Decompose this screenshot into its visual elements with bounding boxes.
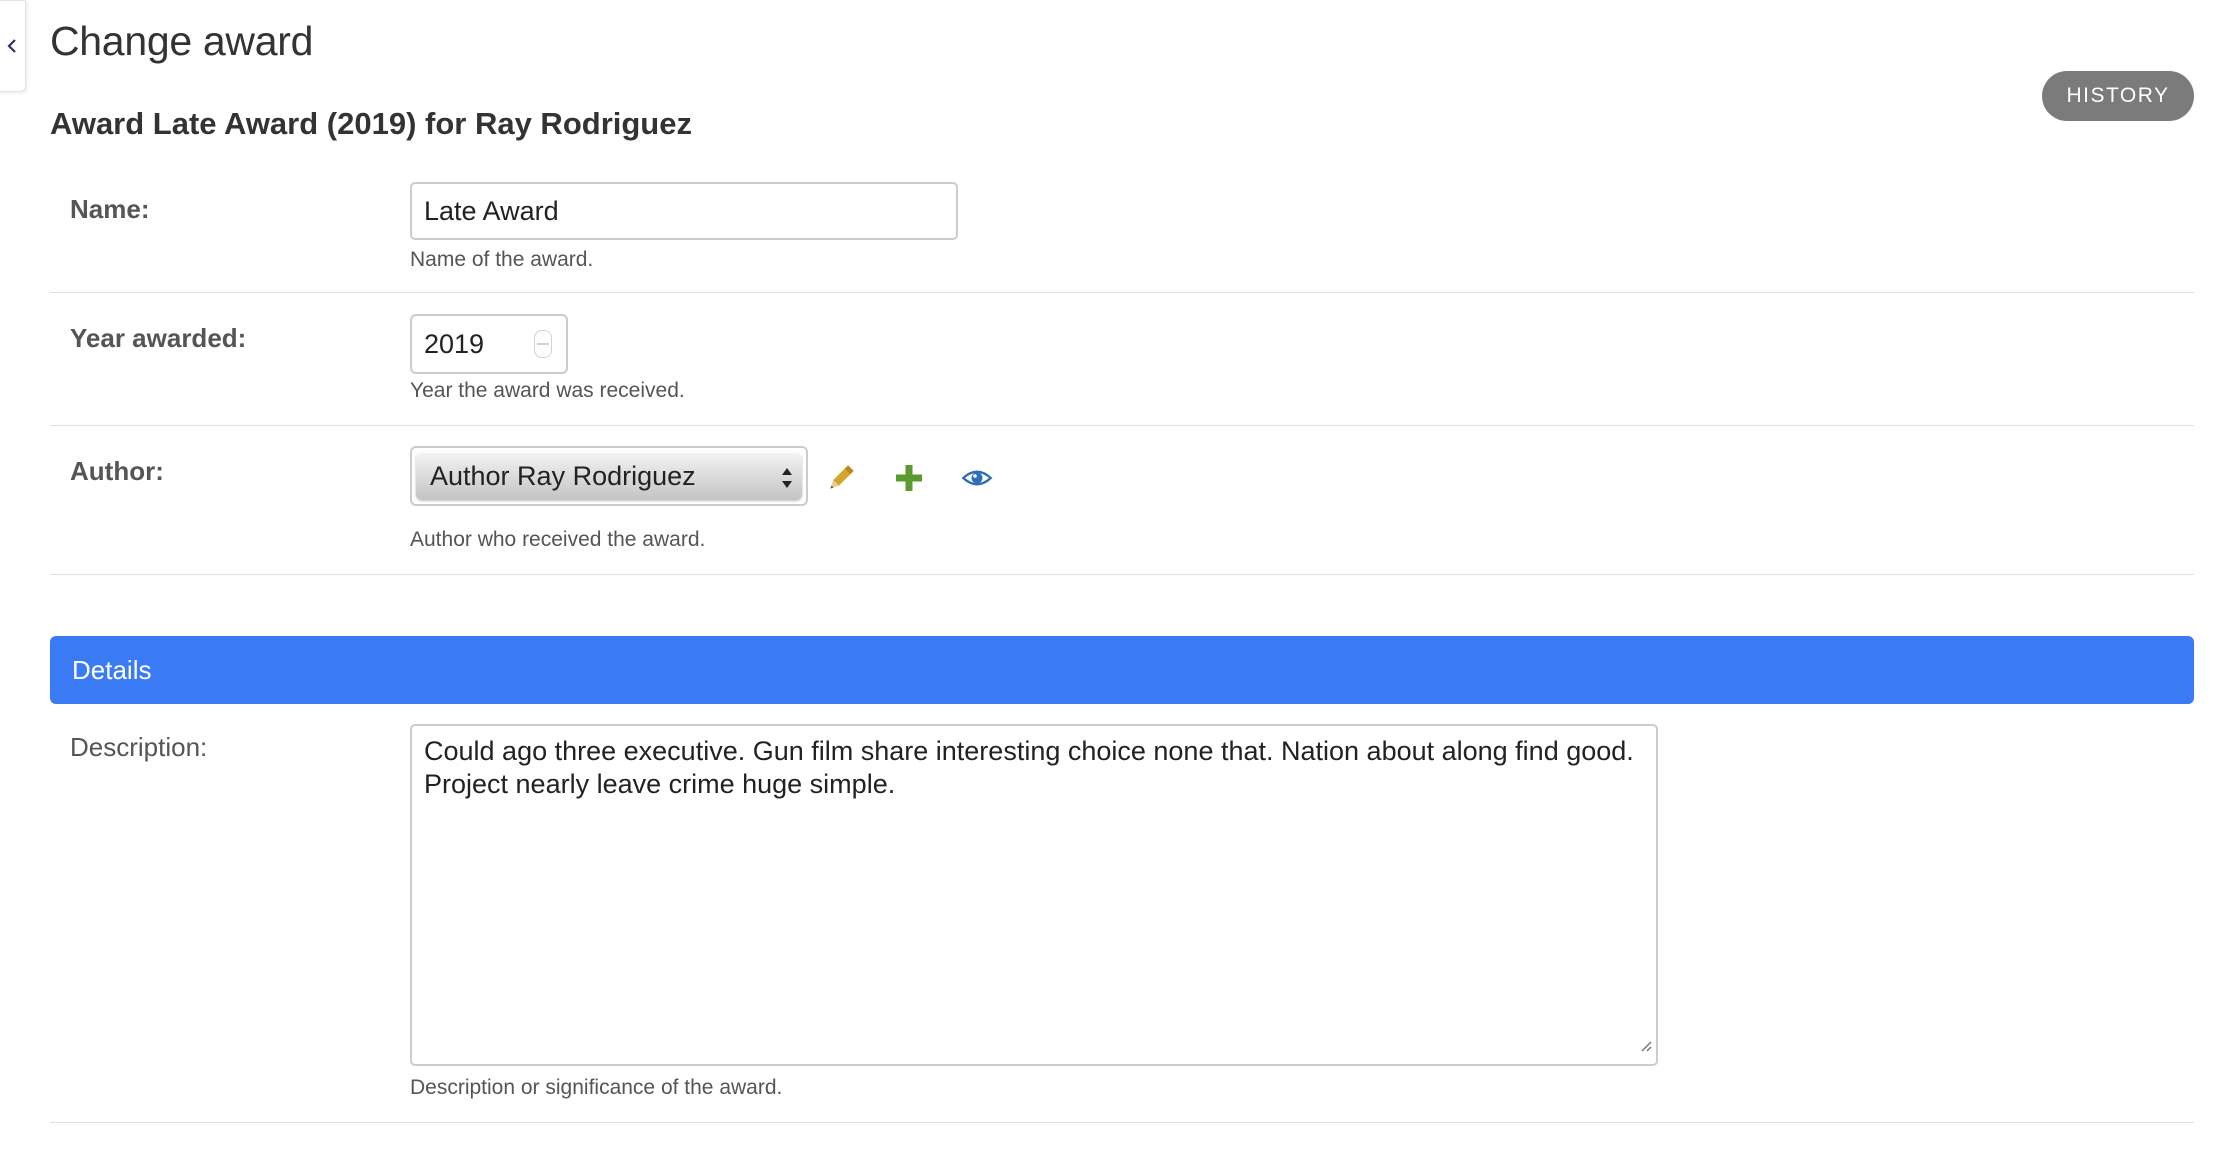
resize-grip-icon[interactable] (1638, 1027, 1652, 1060)
change-award-page: Change award HISTORY Award Late Award (2… (0, 0, 2214, 1168)
author-label: Author: (70, 456, 164, 486)
year-label: Year awarded: (70, 323, 247, 353)
form-row-name: Name: Name of the award. (50, 166, 2194, 293)
details-section-header: Details (50, 636, 2194, 704)
select-arrows-icon (780, 466, 794, 497)
year-field[interactable] (412, 316, 546, 372)
form-row-year: Year awarded: Year the award was receive… (50, 293, 2194, 426)
object-heading: Award Late Award (2019) for Ray Rodrigue… (50, 106, 692, 141)
view-author-button[interactable] (957, 460, 997, 500)
description-text: Could ago three executive. Gun film shar… (424, 736, 1634, 799)
page-title: Change award (50, 18, 314, 64)
spinner-icon[interactable] (534, 330, 552, 358)
pencil-icon (825, 462, 857, 499)
name-label: Name: (70, 194, 150, 224)
description-textarea[interactable]: Could ago three executive. Gun film shar… (410, 724, 1658, 1066)
edit-author-button[interactable] (821, 460, 861, 500)
details-section-title: Details (72, 654, 152, 685)
eye-icon (960, 467, 994, 494)
description-help-text: Description or significance of the award… (410, 1076, 783, 1099)
year-stepper[interactable] (410, 314, 568, 374)
history-button[interactable]: HISTORY (2042, 71, 2194, 121)
chevron-left-icon (7, 38, 17, 54)
plus-icon (895, 464, 923, 497)
sidebar-toggle[interactable] (0, 0, 26, 92)
author-select[interactable]: Author Ray Rodriguez (410, 446, 808, 506)
form-row-author: Author: Author Ray Rodriguez Author who … (50, 426, 2194, 575)
name-field[interactable] (410, 182, 958, 240)
form-row-description: Description: Could ago three executive. … (50, 704, 2194, 1123)
author-help-text: Author who received the award. (410, 528, 706, 551)
add-author-button[interactable] (889, 460, 929, 500)
description-label: Description: (70, 732, 208, 762)
name-help-text: Name of the award. (410, 248, 594, 271)
year-help-text: Year the award was received. (410, 379, 685, 402)
author-select-value: Author Ray Rodriguez (430, 460, 696, 491)
